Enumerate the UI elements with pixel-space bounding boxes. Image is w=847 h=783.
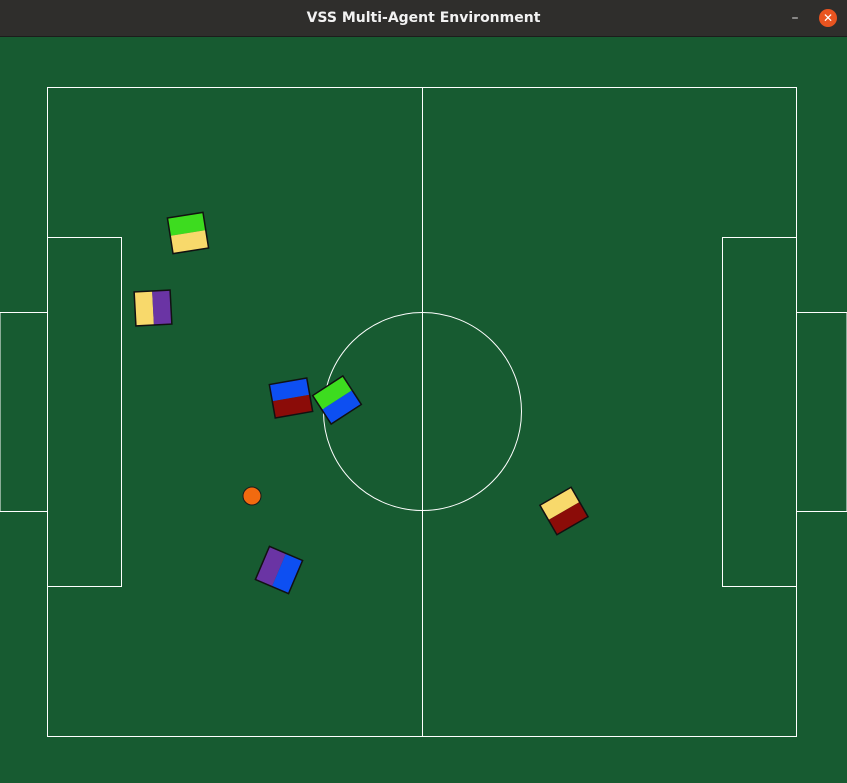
minimize-button[interactable]: – xyxy=(786,9,804,27)
robot-yellow-red xyxy=(538,486,590,536)
title-bar[interactable]: VSS Multi-Agent Environment – ✕ xyxy=(0,0,847,37)
left-penalty-area xyxy=(47,237,122,587)
ball xyxy=(242,486,262,506)
robot-green-yellow xyxy=(166,211,210,255)
minimize-icon: – xyxy=(791,10,799,26)
robot-green-blue xyxy=(311,374,363,426)
field-canvas xyxy=(0,87,847,737)
right-penalty-area xyxy=(722,237,797,587)
app-window: VSS Multi-Agent Environment – ✕ xyxy=(0,0,847,783)
close-icon: ✕ xyxy=(822,11,834,25)
robot-yellow-purple xyxy=(133,289,173,327)
left-goal xyxy=(0,312,48,512)
robot-purple-blue xyxy=(254,545,304,595)
soccer-field xyxy=(0,37,847,783)
close-button[interactable]: ✕ xyxy=(819,9,837,27)
right-goal xyxy=(796,312,847,512)
robot-left-patch xyxy=(134,291,154,326)
robot-blue-red xyxy=(268,377,314,419)
robot-right-patch xyxy=(152,290,172,325)
window-title: VSS Multi-Agent Environment xyxy=(306,10,541,26)
